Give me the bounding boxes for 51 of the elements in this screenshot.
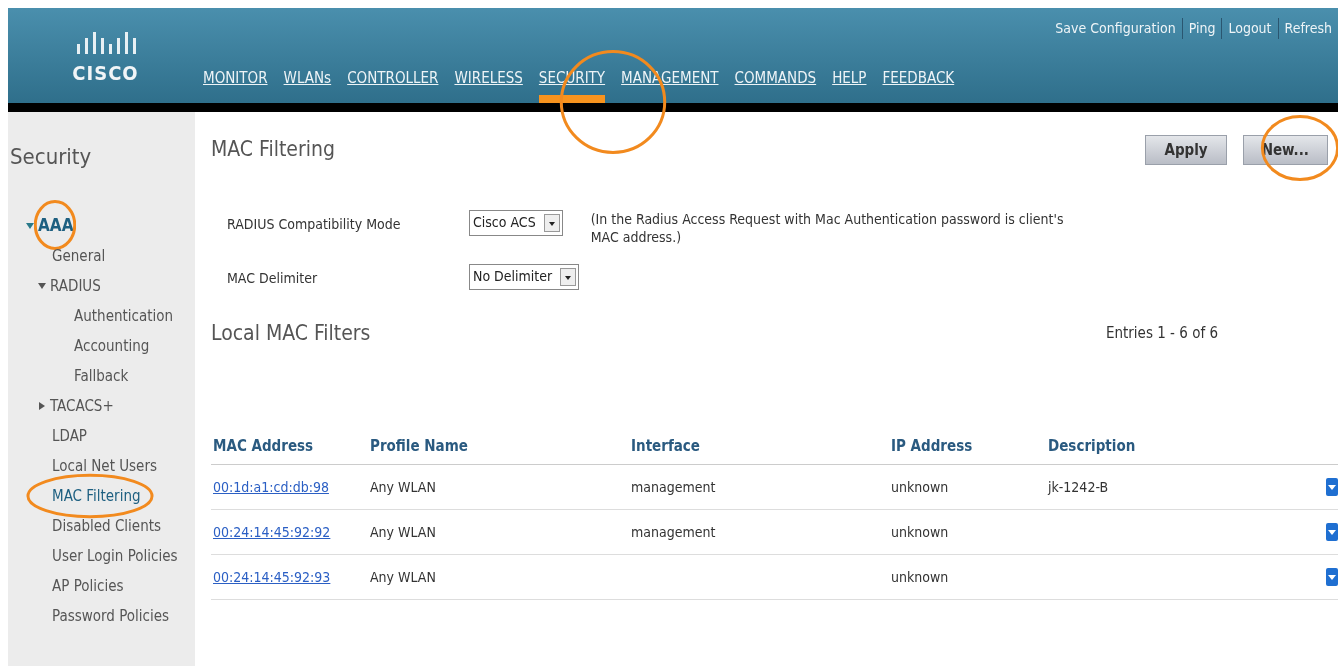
header-link[interactable]: Logout — [1221, 18, 1278, 39]
toolbar-button[interactable]: Apply — [1145, 134, 1227, 165]
table-cell: Any WLAN — [370, 569, 436, 585]
header-link[interactable]: Refresh — [1277, 18, 1338, 39]
dropdown[interactable]: No Delimiter — [469, 263, 580, 290]
sidebar-item[interactable]: Accounting — [74, 334, 150, 358]
sidebar-item[interactable]: AP Policies — [52, 574, 124, 598]
column-header: Profile Name — [370, 436, 469, 458]
nav-tab[interactable]: HELP — [832, 66, 867, 89]
sidebar-item[interactable]: User Login Policies — [52, 544, 178, 568]
sidebar-item[interactable]: RADIUS — [50, 274, 101, 298]
table-cell: unknown — [891, 479, 949, 495]
table-cell: Any WLAN — [370, 524, 436, 540]
table-cell: jk-1242-B — [1048, 479, 1109, 495]
table-cell: management — [631, 479, 716, 495]
column-header: IP Address — [891, 436, 974, 458]
column-header: MAC Address — [213, 436, 315, 458]
mac-address-link[interactable]: 00:1d:a1:cd:db:98 — [213, 479, 329, 495]
sidebar-item[interactable]: LDAP — [52, 424, 87, 448]
column-header: Description — [1048, 436, 1137, 458]
sidebar-title: Security — [9, 143, 93, 171]
table-cell: unknown — [891, 524, 949, 540]
dropdown[interactable]: Cisco ACS — [469, 209, 563, 236]
section-title: Local MAC Filters — [211, 319, 371, 347]
setting-label: RADIUS Compatibility Mode — [226, 214, 402, 234]
page-title: MAC Filtering — [211, 136, 335, 163]
nav-tab[interactable]: WIRELESS — [454, 66, 523, 89]
setting-label: MAC Delimiter — [226, 268, 319, 288]
sidebar-item[interactable]: Password Policies — [52, 604, 170, 628]
sidebar-item[interactable]: TACACS+ — [50, 394, 114, 418]
setting-note: (In the Radius Access Request with Mac Authentication password is client's MAC address.) — [590, 209, 1065, 246]
mac-address-link[interactable]: 00:24:14:45:92:93 — [213, 569, 331, 585]
header-link[interactable]: Ping — [1181, 18, 1222, 39]
sidebar-item[interactable]: General — [52, 244, 106, 268]
nav-tab[interactable]: WLANs — [283, 66, 332, 89]
header-link[interactable]: Save Configuration — [1049, 18, 1182, 39]
table-cell: Any WLAN — [370, 479, 436, 495]
sidebar-item[interactable]: Local Net Users — [52, 454, 157, 478]
nav-tab[interactable]: CONTROLLER — [347, 66, 439, 89]
table-cell: unknown — [891, 569, 949, 585]
column-header: Interface — [631, 436, 702, 458]
nav-tab[interactable]: FEEDBACK — [882, 66, 955, 89]
nav-tab[interactable]: MONITOR — [203, 66, 268, 89]
table-cell: management — [631, 524, 716, 540]
nav-tab[interactable]: COMMANDS — [734, 66, 817, 89]
entries-count: Entries 1 - 6 of 6 — [1105, 323, 1218, 344]
sidebar-item[interactable]: Disabled Clients — [52, 514, 162, 538]
logo-text: CISCO — [72, 60, 139, 87]
mac-address-link[interactable]: 00:24:14:45:92:92 — [213, 524, 331, 540]
sidebar-item[interactable]: Fallback — [74, 364, 129, 388]
sidebar-item[interactable]: Authentication — [74, 304, 174, 328]
